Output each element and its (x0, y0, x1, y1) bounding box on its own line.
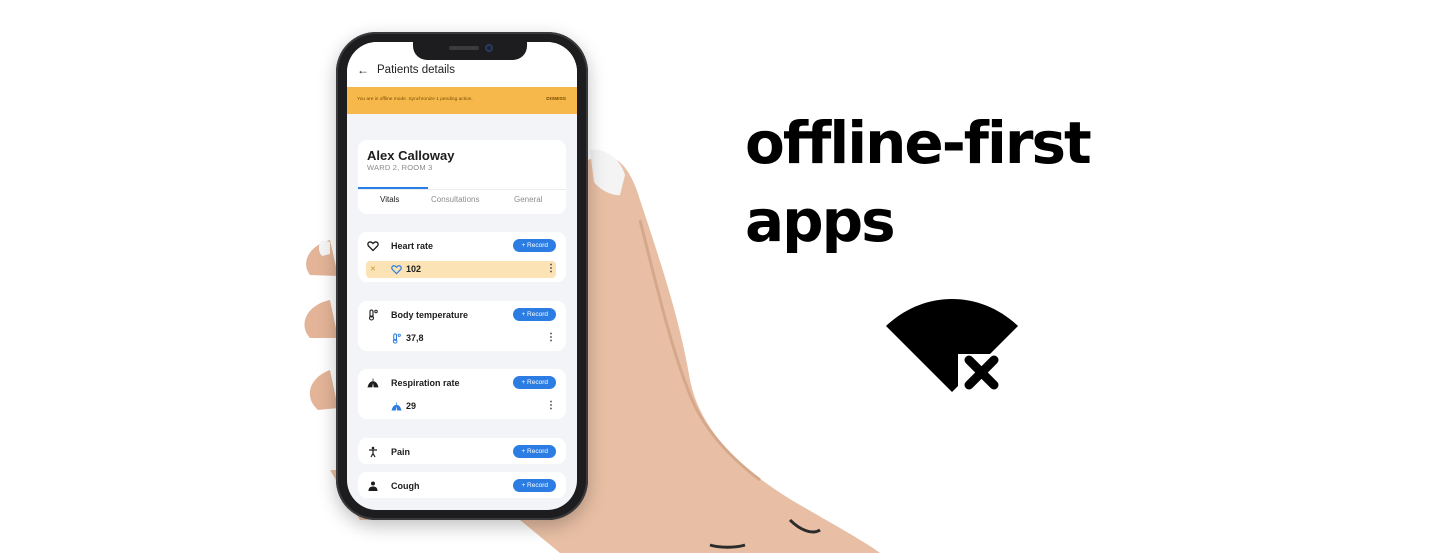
lungs-icon (367, 378, 379, 388)
dismiss-button[interactable]: DISMISS (546, 96, 566, 103)
vital-reading-row: ✕ 102 ⋮ (366, 261, 556, 278)
phone-notch (413, 40, 527, 60)
tab-vitals[interactable]: Vitals (380, 195, 399, 204)
vital-card-heart-rate: Heart rate + Record ✕ 102 ⋮ (358, 232, 566, 282)
back-arrow-icon[interactable]: ← (357, 64, 369, 76)
vital-value: 102 (406, 264, 422, 274)
headline-line-1: offline-first (745, 109, 1092, 177)
speaker-grille (449, 46, 479, 50)
vital-card-pain: Pain + Record (358, 438, 566, 464)
hand-illustration (304, 149, 880, 553)
tab-divider (358, 189, 566, 190)
vital-card-cough: Cough + Record (358, 472, 566, 498)
tab-general[interactable]: General (514, 195, 542, 204)
record-button[interactable]: + Record (513, 445, 556, 458)
lungs-icon (391, 402, 402, 411)
vital-header: Heart rate + Record (358, 232, 566, 258)
thermometer-icon (368, 309, 378, 321)
record-button[interactable]: + Record (513, 376, 556, 389)
offline-banner: You are in offline mode. Synchronize 1 p… (347, 87, 577, 114)
vital-header: Cough + Record (358, 472, 566, 498)
patient-card: Alex Calloway WARD 2, ROOM 3 Vitals Cons… (358, 140, 566, 214)
vital-label: Respiration rate (391, 378, 460, 388)
vital-reading-row: 29 ⋮ (366, 398, 556, 415)
vital-header: Body temperature + Record (358, 301, 566, 327)
person-icon (369, 446, 377, 458)
page-title: Patients details (377, 64, 455, 76)
vital-value: 29 (406, 401, 417, 411)
phone-screen: ← Patients details You are in offline mo… (347, 42, 577, 510)
heart-icon (391, 265, 402, 275)
heart-icon (367, 241, 379, 252)
record-button[interactable]: + Record (513, 479, 556, 492)
more-vert-icon[interactable]: ⋮ (546, 332, 556, 344)
vital-header: Pain + Record (358, 438, 566, 464)
patient-name: Alex Calloway (367, 148, 455, 163)
vital-label: Heart rate (391, 241, 434, 251)
pending-sync-icon: ✕ (370, 266, 376, 273)
headline: offline-first apps (745, 104, 1092, 260)
vital-header: Respiration rate + Record (358, 369, 566, 395)
vital-value: 37,8 (406, 333, 424, 343)
thermometer-icon (392, 333, 401, 344)
vital-label: Pain (391, 447, 411, 457)
wifi-off-icon (886, 299, 1018, 392)
record-button[interactable]: + Record (513, 239, 556, 252)
tab-consultations[interactable]: Consultations (431, 195, 479, 204)
more-vert-icon[interactable]: ⋮ (546, 263, 556, 275)
cough-icon (368, 481, 378, 491)
vital-reading-row: 37,8 ⋮ (366, 330, 556, 347)
vital-card-body-temperature: Body temperature + Record 37,8 ⋮ (358, 301, 566, 351)
offline-message: You are in offline mode. Synchronize 1 p… (357, 97, 473, 102)
vital-label: Body temperature (391, 310, 469, 320)
record-button[interactable]: + Record (513, 308, 556, 321)
more-vert-icon[interactable]: ⋮ (546, 400, 556, 412)
headline-line-2: apps (745, 187, 896, 255)
active-tab-indicator (358, 187, 428, 189)
front-camera (485, 44, 493, 52)
vital-card-respiration-rate: Respiration rate + Record 29 ⋮ (358, 369, 566, 419)
patient-ward: WARD 2, ROOM 3 (367, 163, 433, 172)
vital-label: Cough (391, 481, 420, 491)
